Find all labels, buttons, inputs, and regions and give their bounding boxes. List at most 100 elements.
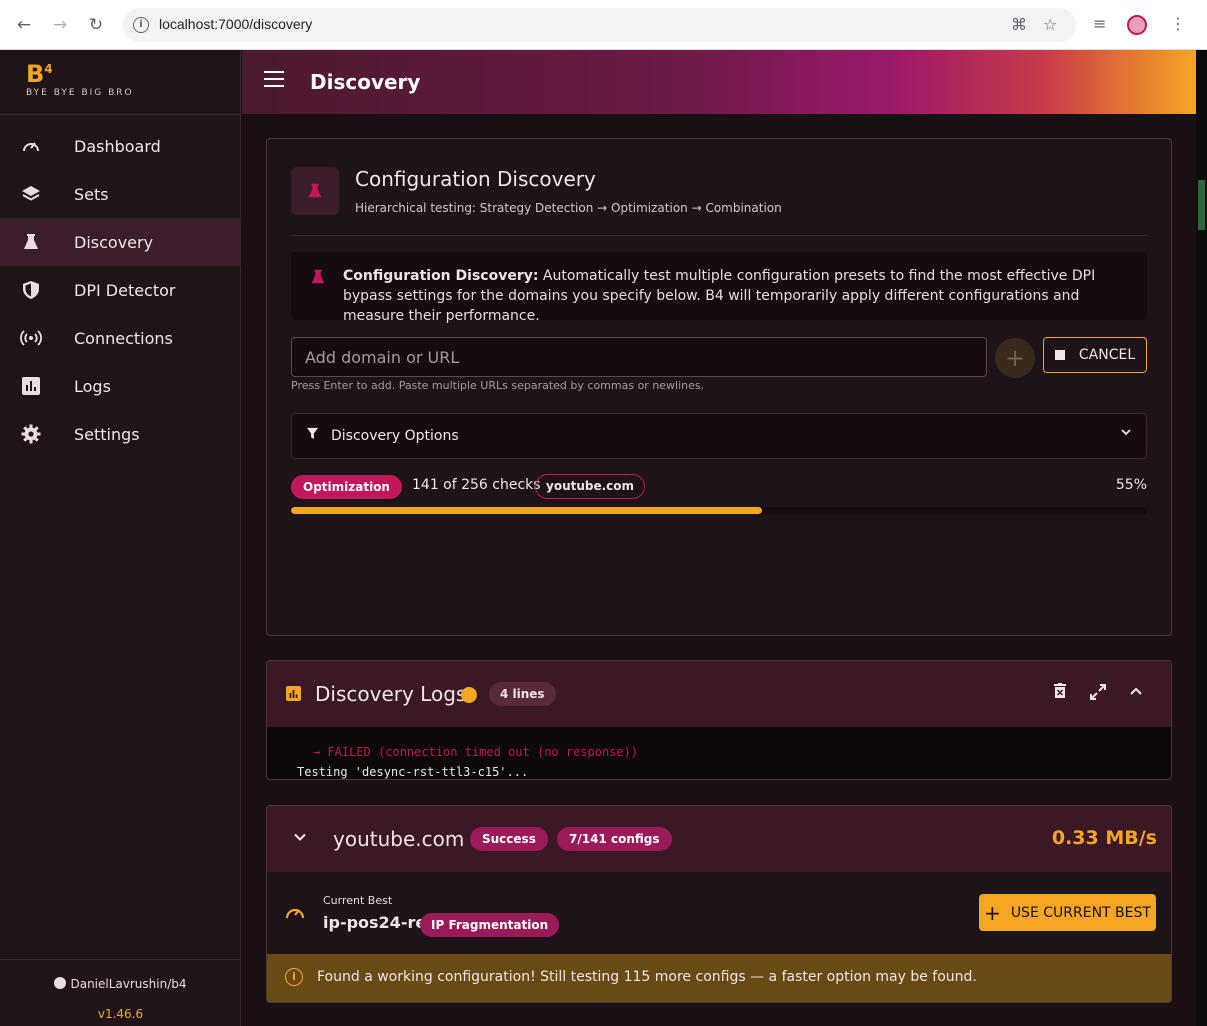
configs-badge: 7/141 configs [557,827,672,851]
sidebar-item-connections[interactable]: Connections [0,314,241,362]
sidebar-item-label: Sets [74,184,109,204]
sidebar-item-dashboard[interactable]: Dashboard [0,122,241,170]
progress-bar [291,507,1147,514]
sidebar-item-label: DPI Detector [74,280,176,300]
address-url[interactable]: localhost:7000/discovery [159,16,312,32]
log-line: → FAILED (connection timed out (no respo… [313,745,639,759]
stop-icon [1054,350,1065,360]
result-domain: youtube.com [333,827,465,851]
broadcast-icon [16,328,46,348]
bar-chart-icon [286,686,301,701]
flask-icon [16,232,46,252]
sidebar-item-sets[interactable]: Sets [0,170,241,218]
flask-icon [291,167,339,215]
cancel-button[interactable]: CANCEL [1043,337,1147,373]
filter-icon [306,427,319,444]
github-icon [54,977,67,989]
flask-icon [309,268,327,291]
options-label: Discovery Options [331,428,459,444]
logo-super: 4 [44,62,53,76]
phase-badge: Optimization [291,475,402,499]
card-divider [291,235,1147,236]
info-icon: i [285,968,303,986]
info-text: Configuration Discovery: Automatically t… [343,266,1133,326]
status-badge: Success [470,827,548,851]
plus-icon: + [984,900,1001,925]
translate-icon[interactable]: ⌘ [1011,15,1027,34]
add-domain-button[interactable]: + [995,338,1035,378]
expand-icon[interactable] [1089,683,1107,706]
speedometer-icon [16,136,46,156]
domain-result-panel: youtube.com Success 7/141 configs 0.33 M… [266,805,1172,1003]
bookmark-star-icon[interactable]: ☆ [1043,15,1057,34]
chevron-down-icon[interactable] [293,830,307,848]
media-queue-icon[interactable]: ≡ [1093,14,1106,33]
card-title: Configuration Discovery [355,167,596,191]
speedometer-icon [284,902,306,927]
app-version: v1.46.6 [97,1007,144,1021]
domain-input[interactable] [292,338,986,376]
logo-tagline: BYE BYE BIG BRO [26,88,134,98]
browser-toolbar: ← → ↻ i localhost:7000/discovery ⌘ ☆ ≡ ⋮ [0,0,1207,50]
sidebar-item-label: Settings [74,424,140,444]
logs-header[interactable]: Discovery Logs 4 lines [267,661,1171,727]
sidebar-item-discovery[interactable]: Discovery [0,218,241,266]
forward-arrow-icon[interactable]: → [48,13,72,37]
domain-input-field[interactable] [291,337,987,377]
cancel-label: CANCEL [1078,347,1136,363]
alert-text: Found a working configuration! Still tes… [317,969,977,985]
bar-chart-icon [16,376,46,396]
logs-title: Discovery Logs [315,682,467,706]
shield-icon [16,280,46,300]
current-domain-chip: youtube.com [535,474,646,499]
sidebar-item-label: Dashboard [74,136,161,156]
current-best-label: Current Best [323,894,393,907]
sidebar-item-settings[interactable]: Settings [0,410,241,458]
sidebar: B4 BYE BYE BIG BRO Dashboard Sets Discov… [0,50,241,1026]
use-current-best-button[interactable]: + USE CURRENT BEST [979,894,1156,931]
sidebar-item-label: Logs [74,376,111,396]
clear-logs-icon[interactable] [1053,683,1067,704]
checks-count: 141 of 256 checks [412,477,541,493]
sidebar-bottom-divider [0,959,241,960]
app-bar: Discovery [242,50,1196,114]
chevron-down-icon [1120,426,1132,442]
hamburger-menu-icon[interactable] [264,71,284,93]
discovery-logs-panel: Discovery Logs 4 lines → FAILED (connect… [266,660,1172,780]
sidebar-divider [0,114,241,115]
discovery-info-box: Configuration Discovery: Automatically t… [291,252,1147,324]
address-bar[interactable]: i localhost:7000/discovery ⌘ ☆ [123,8,1076,42]
logo-letter: B [26,60,45,88]
sidebar-item-dpi-detector[interactable]: DPI Detector [0,266,241,314]
discovery-card: Configuration Discovery Hierarchical tes… [266,138,1172,636]
chevron-up-icon[interactable] [1129,683,1143,703]
working-config-alert: i Found a working configuration! Still t… [267,954,1171,1002]
discovery-options-accordion[interactable]: Discovery Options [291,413,1147,459]
app-logo[interactable]: B4 BYE BYE BIG BRO [26,60,134,98]
site-info-icon[interactable]: i [133,17,149,33]
use-best-label: USE CURRENT BEST [1010,904,1151,921]
page-title: Discovery [310,70,421,94]
repo-label: DanielLavrushin/b4 [70,977,187,991]
speed-value: 0.33 MB/s [1051,827,1157,849]
github-repo-link[interactable]: DanielLavrushin/b4 [0,977,241,991]
progress-fill [291,507,762,514]
logs-count-badge: 4 lines [489,682,556,706]
card-subtitle: Hierarchical testing: Strategy Detection… [355,201,782,215]
back-arrow-icon[interactable]: ← [12,13,36,37]
sidebar-item-logs[interactable]: Logs [0,362,241,410]
profile-avatar-icon[interactable] [1127,15,1147,35]
input-hint: Press Enter to add. Paste multiple URLs … [291,379,705,392]
window-scrollbar[interactable] [1196,50,1207,1026]
result-header[interactable]: youtube.com Success 7/141 configs 0.33 M… [267,806,1171,872]
sidebar-item-label: Connections [74,328,173,348]
sidebar-item-label: Discovery [74,232,154,252]
browser-menu-icon[interactable]: ⋮ [1170,14,1186,33]
reload-icon[interactable]: ↻ [84,13,108,37]
strategy-badge: IP Fragmentation [420,913,560,937]
log-line: Testing 'desync-rst-ttl3-c15'... [297,765,529,779]
info-bold: Configuration Discovery: [343,268,539,284]
live-status-dot [461,687,477,703]
progress-percent: 55% [1115,477,1147,493]
layers-icon [16,184,46,204]
